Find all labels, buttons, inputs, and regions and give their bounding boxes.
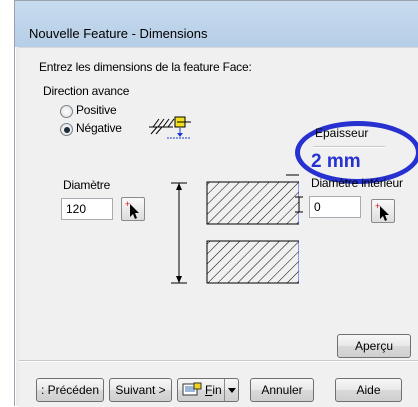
thickness-separator [313,146,385,148]
svg-text:+: + [125,199,130,209]
title-bar: Nouvelle Feature - Dimensions [15,1,418,47]
cancel-button[interactable]: Annuler [250,378,314,402]
negative-direction-icon [149,116,191,139]
dropdown-arrow-icon [227,387,236,393]
finish-label: Fin [205,383,222,397]
finish-button[interactable]: Fin [177,378,239,402]
direction-label: Direction avance [43,84,130,98]
diameter-input[interactable] [61,198,113,220]
button-separator [19,360,418,362]
dialog-content: Entrez les dimensions de la feature Face… [19,47,418,407]
inner-diameter-symbol [295,196,303,213]
dialog-window: Nouvelle Feature - Dimensions Entrez les… [14,0,418,407]
previous-button[interactable]: : Précéden [36,378,104,402]
window-title: Nouvelle Feature - Dimensions [29,26,208,41]
finish-dropdown[interactable] [224,379,238,401]
pick-arrow-icon: + [125,199,139,219]
pick-arrow-icon: + [375,201,389,221]
thickness-label: Epaisseur [315,126,369,140]
inner-diameter-label: Diamètre intérieur [311,176,403,190]
cross-section-diagram [171,174,299,284]
svg-text:+: + [375,201,380,211]
next-button[interactable]: Suivant > [109,378,172,402]
thickness-value: 2 mm [311,151,361,172]
diameter-pick-button[interactable]: + [121,197,145,221]
help-button[interactable]: Aide [335,378,402,402]
radio-positive[interactable] [60,105,73,118]
inner-diameter-input[interactable] [309,196,361,218]
inner-diameter-pick-button[interactable]: + [371,199,395,223]
diameter-label: Diamètre [63,178,111,192]
preview-button[interactable]: Aperçu [337,334,411,358]
radio-negative[interactable] [60,123,73,136]
radio-negative-label[interactable]: Négative [76,121,122,135]
prompt-label: Entrez les dimensions de la feature Face… [39,60,252,74]
finish-icon [182,382,202,396]
radio-positive-label[interactable]: Positive [76,103,117,117]
